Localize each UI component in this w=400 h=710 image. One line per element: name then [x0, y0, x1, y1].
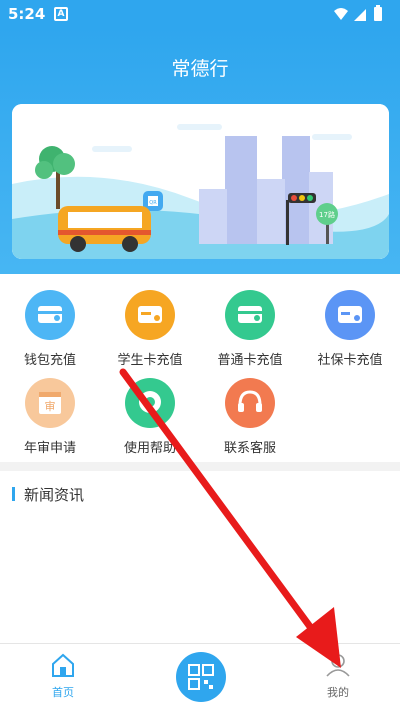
bottom-nav: 首页 我的 — [0, 643, 400, 710]
student-card-recharge-button[interactable]: 学生卡充值 — [100, 290, 200, 368]
headset-icon — [225, 378, 275, 428]
nav-mine[interactable]: 我的 — [298, 652, 378, 700]
section-divider — [0, 462, 400, 471]
student-card-icon — [125, 290, 175, 340]
calendar-icon: 审 — [25, 378, 75, 428]
help-button[interactable]: 使用帮助 — [100, 378, 200, 456]
status-icons — [332, 5, 392, 27]
help-icon — [125, 378, 175, 428]
normal-card-recharge-label: 普通卡充值 — [217, 353, 283, 368]
person-icon — [326, 654, 350, 677]
nav-home-label: 首页 — [52, 686, 74, 699]
page-title: 常德行 — [171, 58, 229, 80]
nav-home[interactable]: 首页 — [23, 652, 103, 700]
normal-card-icon — [225, 290, 275, 340]
news-accent-bar — [12, 487, 15, 501]
annual-review-button[interactable]: 审 年审申请 — [0, 378, 100, 456]
qr-code-button[interactable] — [176, 652, 226, 702]
help-label: 使用帮助 — [123, 441, 176, 456]
social-card-recharge-label: 社保卡充值 — [317, 353, 383, 368]
social-card-icon — [325, 290, 375, 340]
status-time: 5:24 — [8, 5, 46, 23]
social-card-recharge-button[interactable]: 社保卡充值 — [300, 290, 400, 368]
home-icon — [52, 653, 74, 677]
wallet-recharge-button[interactable]: 钱包充值 — [0, 290, 100, 368]
annual-review-label: 年审申请 — [23, 441, 76, 456]
notification-badge: A — [54, 7, 68, 21]
banner-image[interactable]: 17路 QR — [12, 104, 389, 259]
status-bar: 5:24 A — [0, 0, 400, 28]
normal-card-recharge-button[interactable]: 普通卡充值 — [200, 290, 300, 368]
wallet-recharge-label: 钱包充值 — [23, 353, 76, 368]
wifi-icon — [334, 8, 348, 20]
customer-service-button[interactable]: 联系客服 — [200, 378, 300, 456]
bus-stop-sign-label: 17路 — [319, 210, 335, 219]
signal-icon — [354, 9, 366, 21]
customer-service-label: 联系客服 — [223, 441, 276, 456]
student-card-recharge-label: 学生卡充值 — [117, 353, 183, 368]
nav-mine-label: 我的 — [327, 686, 349, 699]
calendar-glyph: 审 — [45, 399, 56, 413]
news-section-title: 新闻资讯 — [24, 486, 85, 504]
wallet-card-icon — [25, 290, 75, 340]
battery-icon — [374, 5, 382, 21]
qr-code-icon — [188, 664, 214, 690]
qr-bubble-label: QR — [149, 200, 157, 206]
